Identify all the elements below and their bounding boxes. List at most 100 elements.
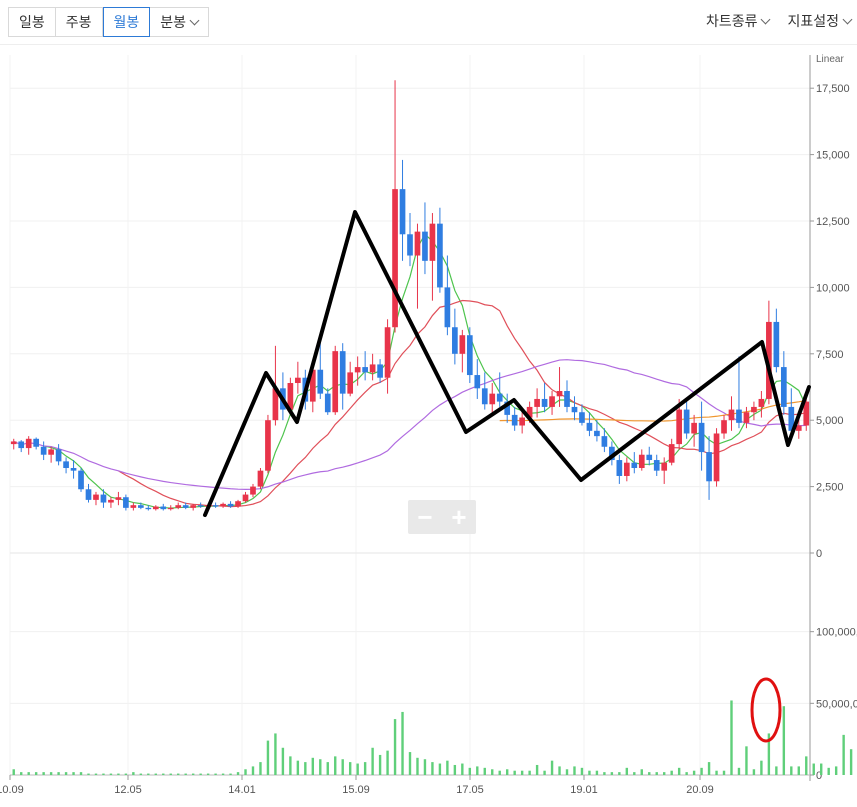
candle-body	[145, 507, 152, 510]
volume-bar	[790, 766, 793, 775]
volume-bar	[715, 770, 718, 775]
candle-body	[10, 441, 17, 445]
volume-bar	[722, 770, 726, 775]
candle-body	[736, 409, 742, 423]
volume-bar	[423, 759, 427, 775]
volume-bar	[476, 766, 479, 775]
candle-body	[257, 470, 264, 487]
volume-bar	[341, 759, 344, 775]
volume-bar	[251, 766, 255, 775]
candle-body	[407, 234, 413, 256]
candle-body	[661, 462, 668, 471]
candle-body	[220, 503, 226, 507]
candle-body	[123, 497, 129, 508]
volume-bar	[618, 772, 621, 775]
candle-body	[414, 231, 421, 256]
stock-chart[interactable]: Linear 0 2,500 5,000 7,500 10,000 12,500 15,000…	[0, 0, 857, 807]
volume-bar	[550, 760, 554, 775]
volume-bar	[64, 772, 68, 775]
volume-bar	[79, 772, 83, 775]
candle-body	[332, 351, 339, 413]
candle-body	[571, 406, 578, 413]
volume-bar	[453, 764, 457, 775]
ma5-line	[43, 233, 807, 509]
volume-bar	[117, 773, 120, 775]
volume-bar	[259, 762, 262, 775]
candle-body	[676, 409, 682, 445]
volume-bar	[707, 762, 711, 775]
volume-bar	[760, 760, 763, 775]
volume-bar	[677, 767, 681, 775]
candle-body	[466, 335, 473, 376]
candle-body	[422, 231, 428, 261]
candle-body	[55, 449, 62, 462]
candle-body	[130, 505, 137, 508]
volume-bar	[692, 770, 696, 775]
volume-bar	[27, 772, 30, 775]
candle-body	[713, 433, 720, 482]
volume-bar	[169, 773, 172, 775]
time-tick-label: 20.09	[686, 784, 714, 796]
candle-body	[623, 462, 630, 476]
volume-bar	[633, 772, 636, 775]
volume-bar	[177, 773, 180, 775]
candle-body	[579, 412, 585, 423]
time-tick-label: 17.05	[456, 784, 484, 796]
candle-body	[93, 494, 99, 500]
volume-tick-label: 50,000,0	[816, 698, 857, 710]
volume-bar	[573, 766, 576, 775]
volume-bar	[326, 762, 329, 775]
price-tick-label: 7,500	[816, 349, 844, 361]
volume-bar	[491, 769, 494, 775]
volume-bar	[34, 772, 38, 775]
volume-bar	[184, 773, 187, 775]
candle-body	[429, 223, 436, 261]
volume-bar	[281, 747, 285, 775]
volume-bar	[797, 766, 800, 775]
candle-body	[138, 505, 144, 508]
volume-bar	[304, 762, 307, 775]
volume-bar	[670, 770, 673, 775]
volume-bar	[543, 770, 546, 775]
candle-body	[152, 506, 159, 510]
volume-bar	[206, 773, 210, 775]
candle-body	[369, 364, 376, 373]
volume-bar	[849, 749, 853, 775]
candle-body	[481, 388, 488, 405]
time-tick-label: 15.09	[342, 784, 370, 796]
candle-body	[534, 398, 540, 407]
candle-body	[496, 393, 503, 402]
volume-bar	[416, 757, 419, 775]
candle-body	[541, 398, 548, 407]
price-tick-label: 10,000	[816, 282, 850, 294]
candle-body	[653, 460, 660, 471]
zoom-out-button[interactable]: −	[408, 500, 442, 534]
volume-bar	[87, 773, 90, 775]
volume-bar	[401, 711, 404, 775]
volume-bar	[446, 760, 449, 775]
candle-body	[197, 505, 204, 507]
volume-bar	[603, 772, 606, 775]
volume-bar	[438, 763, 442, 775]
candle-body	[377, 364, 383, 378]
time-tick-label: 14.01	[228, 784, 256, 796]
candle-body	[317, 369, 324, 394]
zoom-in-button[interactable]: +	[442, 500, 476, 534]
candle-body	[40, 446, 47, 455]
volume-bar	[363, 762, 367, 775]
candle-body	[250, 486, 256, 495]
volume-bar	[124, 773, 128, 775]
volume-bar	[72, 772, 75, 775]
candle-body	[437, 223, 443, 288]
volume-bar	[378, 754, 382, 775]
candle-body	[668, 444, 675, 463]
candle-body	[616, 460, 623, 476]
volume-bar	[356, 763, 359, 775]
candle-body	[175, 505, 182, 508]
candle-body	[384, 327, 391, 378]
candle-body	[743, 412, 750, 423]
volume-bar	[408, 752, 412, 775]
volume-bar	[812, 763, 815, 775]
candle-body	[556, 390, 563, 397]
volume-bar	[319, 759, 322, 775]
